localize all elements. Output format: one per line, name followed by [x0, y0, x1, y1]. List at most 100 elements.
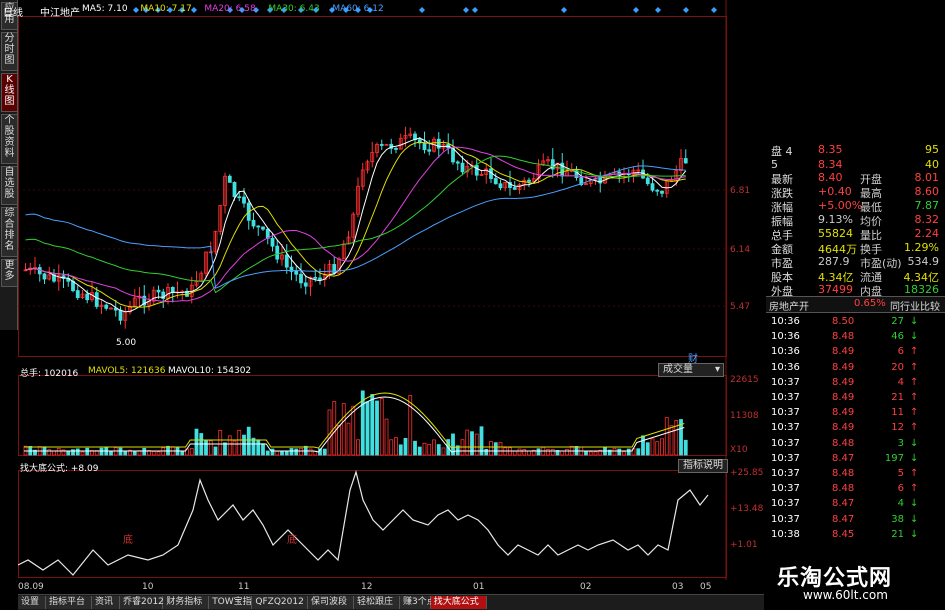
tick-price: 8.47	[832, 513, 855, 525]
date-tick: 01	[473, 582, 485, 592]
volume-bar	[132, 451, 137, 456]
tick-volume: 20	[891, 361, 904, 373]
quote-row: 最新 8.40 开盘 8.01	[768, 171, 943, 186]
sidebar-tab[interactable]: 分时图	[1, 32, 18, 71]
arrow-down-icon: ↓	[910, 316, 919, 327]
indicator-tabs: 设置 指标平台 资讯 乔睿2012 财务指标 TOW宝指线 QFZQ2012 保司波段 轻松跟庄…	[18, 594, 764, 610]
volume-bar	[118, 447, 123, 456]
candle	[313, 276, 318, 279]
candle	[104, 304, 109, 309]
sector-row[interactable]: 房地产开 0.65% 同行业比较	[766, 296, 945, 313]
volume-bar	[85, 447, 90, 456]
volume-bar	[227, 435, 232, 456]
tab-item[interactable]: 找大底公式	[430, 596, 487, 609]
sidebar-tab[interactable]: K线图	[1, 73, 18, 112]
volume-bar	[664, 417, 669, 456]
volume-bar	[546, 449, 550, 456]
tab-item[interactable]: 轻松跟庄	[354, 596, 400, 609]
tick-price: 8.48	[832, 437, 855, 449]
volume-indicator-dropdown[interactable]: 成交量 ▾	[658, 363, 724, 377]
quote-value: 95	[925, 143, 939, 156]
quote-value: +5.00%	[818, 199, 863, 212]
candlesticks	[23, 126, 688, 329]
volume-tick: X10	[730, 445, 748, 455]
tick-volume: 3	[897, 437, 904, 449]
volume-bar	[242, 434, 246, 456]
industry-compare-link[interactable]: 同行业比较	[890, 298, 940, 313]
volume-bar	[417, 446, 422, 456]
volume-bar	[56, 448, 61, 456]
volume-bar	[655, 441, 660, 456]
arrow-up-icon: ↑	[910, 422, 919, 434]
volume-bar	[622, 451, 626, 456]
volume-bar	[584, 450, 588, 456]
volume-bar	[645, 442, 650, 456]
volume-bar	[617, 448, 622, 456]
tick-volume: 5	[897, 468, 904, 479]
candle	[85, 293, 90, 301]
ma-label: MA10: 7.17	[140, 4, 192, 14]
tab-item[interactable]: 指标平台	[46, 596, 92, 609]
date-tick: 05	[700, 582, 712, 592]
volume-bar	[52, 450, 56, 456]
volume-bar	[75, 448, 80, 456]
tick-volume: 6	[897, 346, 904, 358]
candle	[237, 196, 242, 199]
tick-row: 10:36 8.50 27 ↓	[768, 316, 943, 330]
date-tick: 12	[361, 582, 373, 592]
quote-label: 盘 4	[771, 145, 793, 158]
tick-row: 10:37 8.49 11 ↑	[768, 407, 943, 421]
volume-bar	[47, 449, 52, 456]
tab-item[interactable]: QFZQ2012	[252, 596, 308, 609]
finance-marker[interactable]: 财	[688, 350, 698, 365]
tab-item[interactable]: 财务指标	[163, 596, 210, 609]
low-price-marker: 5.00	[116, 338, 137, 348]
arrow-up-icon: ↑	[910, 407, 919, 419]
volume-bar	[218, 430, 223, 456]
quote-value: 8.32	[914, 213, 940, 226]
candle	[251, 219, 256, 227]
stock-chart[interactable]	[18, 0, 764, 580]
candle	[493, 178, 498, 185]
volume-bar	[204, 439, 208, 456]
tab-item[interactable]: 保司波段	[308, 596, 354, 609]
ma-label: MA5: 7.10	[82, 4, 128, 14]
arrow-down-icon: ↓	[910, 513, 919, 525]
tab-item[interactable]: 设置	[18, 596, 46, 609]
volume-bar	[289, 448, 294, 456]
indicator-help-button[interactable]: 指标说明	[678, 459, 728, 473]
sidebar-tab[interactable]: 个股资料	[1, 114, 18, 164]
candle	[394, 147, 398, 150]
volume-bar	[560, 450, 565, 456]
ma-line	[25, 146, 686, 303]
ma-label: MA60: 6.12	[332, 4, 384, 14]
arrow-up-icon: ↑	[910, 468, 919, 479]
volume-bar	[498, 442, 503, 456]
sidebar-tab[interactable]: 自选股	[1, 166, 18, 205]
tick-volume: 21	[891, 392, 904, 403]
volume-bar	[413, 440, 417, 456]
candle	[683, 158, 688, 164]
quote-row: 市盈 287.9 市盈(动) 534.9	[768, 255, 943, 270]
quote-row: 股本 4.34亿 流通 4.34亿	[768, 269, 943, 284]
arrow-up-icon: ↑	[910, 392, 919, 403]
period-label[interactable]: 日线	[3, 4, 23, 19]
tick-time: 10:37	[771, 422, 800, 434]
tab-item[interactable]: 赚3个点	[400, 596, 436, 609]
sidebar-tab[interactable]: 综合排名	[1, 207, 18, 257]
tab-item[interactable]: TOW宝指线	[209, 596, 261, 609]
volume-bar	[251, 437, 256, 456]
volume-total: 总手: 102016	[20, 369, 79, 379]
sidebar-tab[interactable]: 更多	[1, 259, 18, 287]
tick-time: 10:37	[771, 498, 800, 510]
volume-bar	[432, 439, 436, 456]
tick-volume: 6	[897, 483, 904, 495]
tick-time: 10:37	[771, 437, 800, 449]
ma-label: MA30: 6.43	[268, 4, 320, 14]
quote-value: 8.60	[914, 185, 940, 198]
tick-price: 8.48	[832, 331, 855, 343]
volume-bar	[384, 418, 389, 456]
tab-item[interactable]: 资讯	[92, 596, 120, 609]
tab-item[interactable]: 乔睿2012	[120, 596, 164, 609]
candle	[242, 196, 246, 204]
